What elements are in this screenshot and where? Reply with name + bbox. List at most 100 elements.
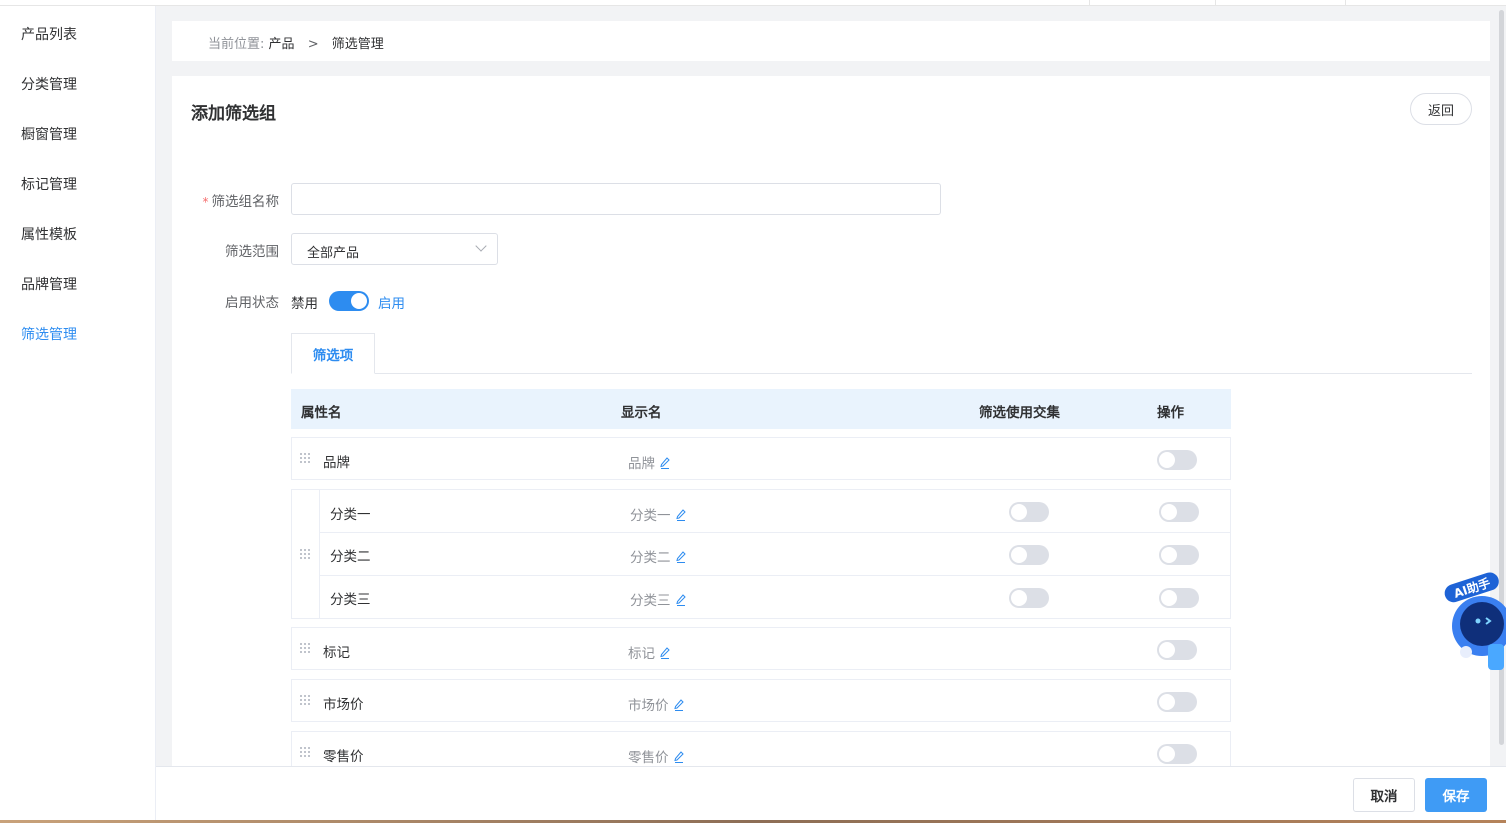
action-toggle[interactable] (1157, 450, 1197, 470)
header-attr-name: 属性名 (301, 405, 342, 421)
breadcrumb: 当前位置: 产品 > 筛选管理 (208, 33, 384, 52)
row-display-name[interactable]: 分类一 (630, 504, 686, 524)
row-attr-name: 零售价 (323, 749, 364, 765)
top-bar-divider (1345, 0, 1346, 6)
sidebar-item-attr-template[interactable]: 属性模板 (21, 224, 77, 244)
sidebar-item-filter[interactable]: 筛选管理 (21, 324, 77, 344)
sidebar-item-tag[interactable]: 标记管理 (21, 174, 77, 194)
sidebar-item-brand[interactable]: 品牌管理 (21, 274, 77, 294)
edit-icon[interactable] (660, 457, 670, 469)
action-toggle[interactable] (1159, 545, 1199, 565)
row-display-text: 零售价 (628, 750, 669, 766)
drag-handle-icon[interactable] (300, 695, 312, 705)
sidebar-item-showcase[interactable]: 橱窗管理 (21, 124, 77, 144)
breadcrumb-separator: > (307, 37, 319, 52)
switch-knob (1159, 746, 1175, 762)
back-button[interactable]: 返回 (1410, 93, 1472, 125)
row-divider (319, 575, 1230, 576)
footer-bar: 取消 保存 (156, 766, 1506, 823)
switch-knob (1161, 590, 1177, 606)
top-bar-divider (1089, 0, 1090, 6)
filter-group-name-input[interactable] (291, 183, 941, 215)
row-attr-name: 市场价 (323, 697, 364, 713)
save-button[interactable]: 保存 (1425, 778, 1487, 812)
breadcrumb-bar: 当前位置: 产品 > 筛选管理 (172, 21, 1490, 61)
switch-knob (1011, 547, 1027, 563)
drag-handle-icon[interactable] (300, 643, 312, 653)
intersect-toggle[interactable] (1009, 588, 1049, 608)
row-display-text: 分类一 (630, 508, 671, 524)
row-divider (319, 532, 1230, 533)
row-display-name[interactable]: 品牌 (628, 452, 670, 472)
row-display-text: 分类二 (630, 550, 671, 566)
table-row: 标记 标记 (291, 627, 1231, 670)
sidebar: 产品列表 分类管理 橱窗管理 标记管理 属性模板 品牌管理 筛选管理 (0, 6, 156, 823)
edit-icon[interactable] (673, 699, 684, 711)
row-display-text: 分类三 (630, 593, 671, 609)
top-bar (0, 0, 1506, 6)
edit-icon[interactable] (673, 751, 684, 763)
breadcrumb-item-filter: 筛选管理 (331, 37, 384, 52)
action-toggle[interactable] (1157, 640, 1197, 660)
action-toggle[interactable] (1157, 692, 1197, 712)
header-action: 操作 (1157, 405, 1184, 421)
intersect-toggle[interactable] (1009, 545, 1049, 565)
row-display-name[interactable]: 市场价 (628, 694, 684, 714)
breadcrumb-item-product[interactable]: 产品 (269, 37, 295, 52)
action-toggle[interactable] (1159, 502, 1199, 522)
ai-robot-icon: AI助手 (1444, 572, 1506, 670)
row-attr-name: 分类一 (330, 507, 371, 523)
sidebar-item-product-list[interactable]: 产品列表 (21, 24, 77, 44)
action-toggle[interactable] (1157, 744, 1197, 764)
action-toggle[interactable] (1159, 588, 1199, 608)
header-intersect: 筛选使用交集 (979, 405, 1060, 421)
drag-handle-icon[interactable] (300, 549, 312, 559)
tabs-divider (291, 373, 1472, 374)
table-row: 零售价 零售价 (291, 731, 1231, 766)
table-row-group: 分类一 分类一 分类二 分类二 分类三 分类三 (291, 489, 1231, 619)
row-display-name[interactable]: 零售价 (628, 746, 684, 766)
intersect-toggle[interactable] (1009, 502, 1049, 522)
switch-knob (1011, 590, 1027, 606)
row-attr-name: 品牌 (323, 455, 350, 471)
ai-assistant-widget[interactable]: AI助手 (1440, 566, 1506, 676)
table-header: 属性名 显示名 筛选使用交集 操作 (291, 389, 1231, 429)
edit-icon[interactable] (660, 647, 670, 659)
status-switch[interactable] (329, 291, 369, 311)
filter-scope-value: 全部产品 (307, 246, 360, 261)
cancel-button[interactable]: 取消 (1353, 778, 1415, 812)
main-card: 添加筛选组 返回 * 筛选组名称 筛选范围 全部产品 启用状态 禁用 启用 筛选项… (172, 76, 1490, 766)
header-display-name: 显示名 (621, 405, 662, 421)
table-row: 品牌 品牌 (291, 437, 1231, 480)
edit-icon[interactable] (675, 594, 686, 606)
row-attr-name: 分类二 (330, 549, 371, 565)
filter-group-name-label: * 筛选组名称 (189, 190, 280, 210)
row-display-text: 市场价 (628, 698, 669, 714)
top-bar-divider (1215, 0, 1216, 6)
drag-handle-icon[interactable] (300, 453, 312, 463)
drag-handle-icon[interactable] (300, 747, 312, 757)
tab-filter-items[interactable]: 筛选项 (291, 333, 375, 374)
row-display-name[interactable]: 分类三 (630, 589, 686, 609)
page-title: 添加筛选组 (191, 104, 276, 124)
row-display-text: 品牌 (628, 456, 655, 472)
row-display-name[interactable]: 标记 (628, 642, 670, 662)
table-row: 市场价 市场价 (291, 679, 1231, 722)
status-label: 启用状态 (225, 295, 279, 311)
row-attr-name: 标记 (323, 645, 350, 661)
filter-scope-select[interactable]: 全部产品 (291, 233, 498, 265)
row-attr-name: 分类三 (330, 592, 371, 608)
switch-knob (1011, 504, 1027, 520)
row-display-name[interactable]: 分类二 (630, 546, 686, 566)
edit-icon[interactable] (675, 551, 686, 563)
switch-knob (1159, 642, 1175, 658)
required-mark: * (202, 195, 209, 209)
switch-knob (351, 293, 367, 309)
switch-knob (1161, 504, 1177, 520)
sidebar-item-category[interactable]: 分类管理 (21, 74, 77, 94)
edit-icon[interactable] (675, 509, 686, 521)
status-on-text: 启用 (378, 296, 405, 312)
group-divider (319, 490, 320, 618)
filter-group-name-label-text: 筛选组名称 (211, 194, 280, 210)
filter-scope-label: 筛选范围 (225, 244, 279, 260)
